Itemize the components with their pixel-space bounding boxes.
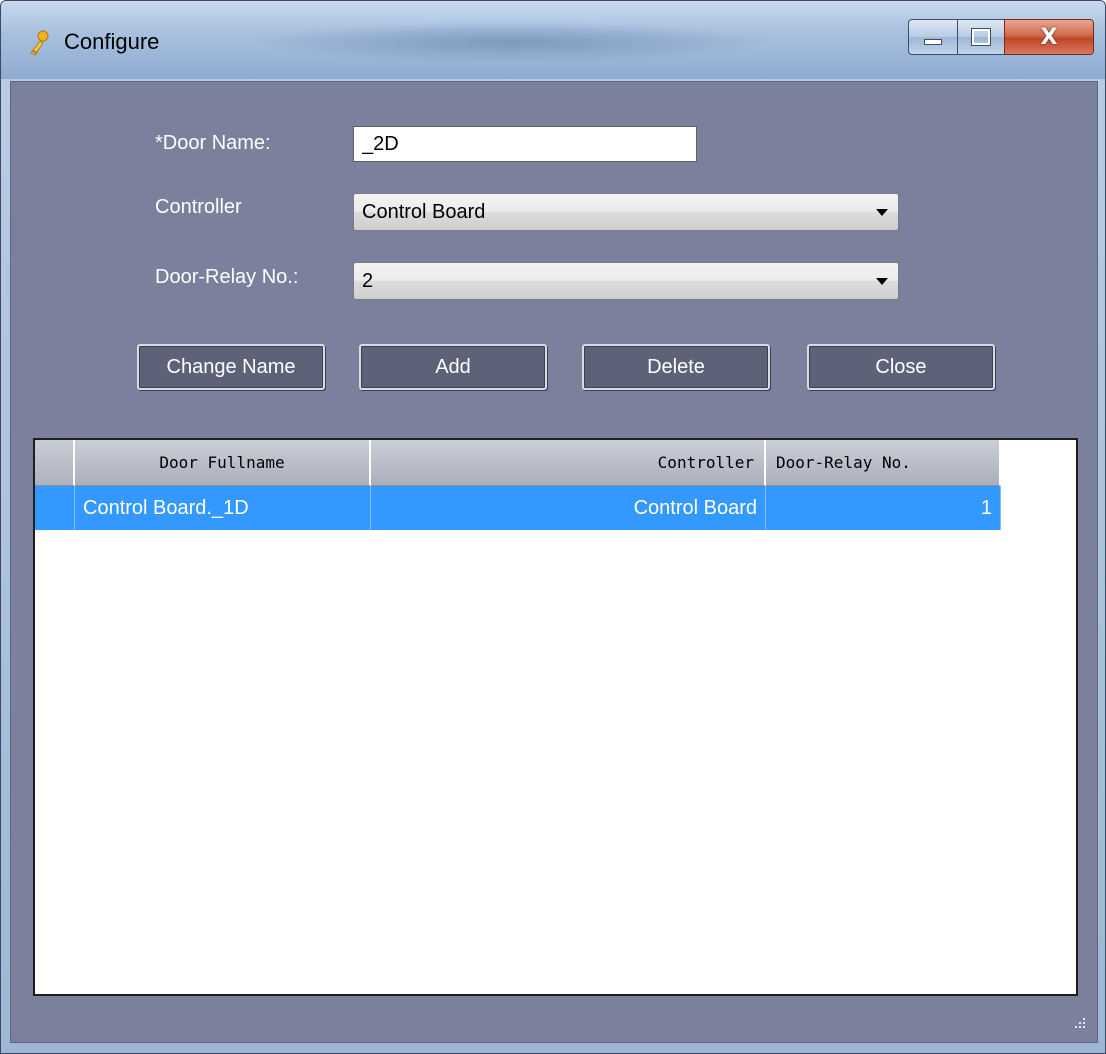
cell-door-fullname: Control Board._1D bbox=[75, 486, 371, 530]
maximize-button[interactable] bbox=[957, 19, 1005, 55]
window-title: Configure bbox=[64, 29, 160, 54]
cell-controller: Control Board bbox=[371, 486, 766, 530]
door-name-input[interactable] bbox=[353, 126, 697, 162]
controller-select-value: Control Board bbox=[362, 201, 486, 223]
column-header-door-fullname[interactable]: Door Fullname bbox=[75, 440, 371, 486]
controller-label: Controller bbox=[155, 196, 242, 218]
close-icon: X bbox=[1040, 24, 1058, 50]
resize-grip-icon[interactable] bbox=[1073, 1016, 1087, 1030]
row-header[interactable] bbox=[35, 486, 75, 530]
delete-button[interactable]: Delete bbox=[582, 344, 770, 390]
column-header-door-relay-no[interactable]: Door-Relay No. bbox=[766, 440, 1001, 486]
close-window-button[interactable]: X bbox=[1004, 19, 1094, 55]
door-name-label: *Door Name: bbox=[155, 132, 271, 154]
relay-label: Door-Relay No.: bbox=[155, 266, 299, 288]
relay-select[interactable]: 2 bbox=[353, 262, 899, 300]
doors-grid[interactable]: Door Fullname Controller Door-Relay No. … bbox=[33, 438, 1078, 996]
chevron-down-icon bbox=[876, 278, 888, 285]
client-area: *Door Name: Controller Control Board Doo… bbox=[10, 81, 1098, 1043]
controller-select[interactable]: Control Board bbox=[353, 193, 899, 231]
grid-header: Door Fullname Controller Door-Relay No. bbox=[35, 440, 1001, 486]
title-bar-glow bbox=[251, 21, 771, 63]
configure-window: Configure X *Door Name: Controller Contr… bbox=[0, 0, 1106, 1054]
minimize-icon bbox=[909, 20, 957, 54]
close-button[interactable]: Close bbox=[807, 344, 995, 390]
table-row[interactable]: Control Board._1D Control Board 1 bbox=[35, 486, 1001, 530]
app-icon bbox=[30, 30, 49, 56]
change-name-button[interactable]: Change Name bbox=[137, 344, 325, 390]
row-header-corner bbox=[35, 440, 75, 486]
title-bar[interactable]: Configure X bbox=[1, 1, 1105, 79]
cell-door-relay-no: 1 bbox=[766, 486, 1001, 530]
column-header-controller[interactable]: Controller bbox=[371, 440, 766, 486]
maximize-icon bbox=[958, 20, 1004, 54]
relay-select-value: 2 bbox=[362, 270, 374, 292]
minimize-button[interactable] bbox=[908, 19, 958, 55]
chevron-down-icon bbox=[876, 209, 888, 216]
add-button[interactable]: Add bbox=[359, 344, 547, 390]
